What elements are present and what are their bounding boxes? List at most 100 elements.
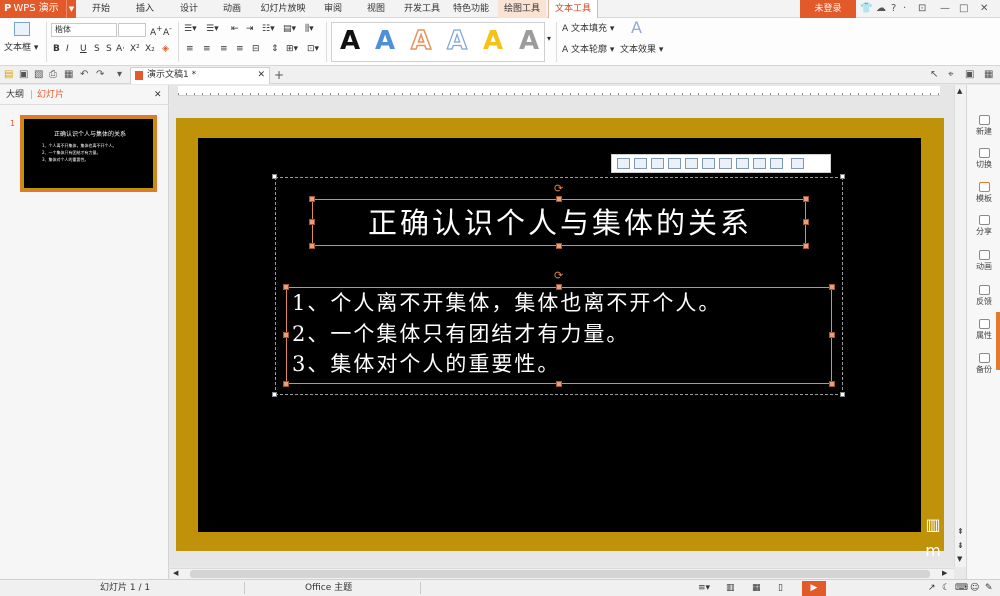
subscript-icon[interactable]: X₂ xyxy=(145,42,155,56)
tab-slideshow[interactable]: 幻灯片放映 xyxy=(258,0,308,18)
settings-icon[interactable]: ✎ xyxy=(985,580,993,596)
sorter-view-icon[interactable]: ▦ xyxy=(752,580,761,596)
previous-slide-icon[interactable]: ⇞ xyxy=(957,527,964,536)
tab-review[interactable]: 审阅 xyxy=(316,0,350,18)
body-line[interactable]: 3、集体对个人的重要性。 xyxy=(292,349,560,379)
rotate-handle-icon[interactable]: ⟳ xyxy=(554,270,563,281)
textbox-button[interactable]: 文本框 ▾ xyxy=(4,41,38,55)
tab-developer[interactable]: 开发工具 xyxy=(400,0,444,18)
resize-handle[interactable] xyxy=(283,284,289,290)
bold-icon[interactable]: B xyxy=(53,42,60,56)
distribute-icon[interactable]: ⊟ xyxy=(252,42,260,56)
ungroup-icon[interactable] xyxy=(770,158,783,169)
print-icon[interactable]: ⎙ xyxy=(49,68,57,82)
italic-icon[interactable]: I xyxy=(66,42,69,56)
side-new[interactable]: 新建 xyxy=(967,115,1000,137)
horizontal-scrollbar[interactable]: ◀ ▶ xyxy=(170,568,954,579)
tab-outline[interactable]: 大纲 xyxy=(6,89,24,101)
app-menu-button[interactable]: P WPS 演示 ▼ xyxy=(0,0,76,18)
align-bottom-icon[interactable] xyxy=(702,158,715,169)
shadow-icon[interactable]: S xyxy=(94,42,100,56)
new-tab-icon[interactable]: + xyxy=(274,68,284,82)
skin-icon[interactable]: 👕 xyxy=(860,2,872,16)
align-middle-icon[interactable] xyxy=(685,158,698,169)
close-icon[interactable]: ✕ xyxy=(257,68,265,83)
tab-insert[interactable]: 插入 xyxy=(128,0,162,18)
normal-view-icon[interactable]: ▥ xyxy=(726,580,735,596)
help-icon[interactable]: ? xyxy=(891,2,896,16)
wordart-style-blue[interactable]: A xyxy=(375,24,395,58)
wordart-style-gold[interactable]: A xyxy=(483,24,503,58)
more-icon[interactable] xyxy=(791,158,804,169)
align-center-icon[interactable]: ≡ xyxy=(203,42,211,56)
align-top-icon[interactable] xyxy=(668,158,681,169)
redo-icon[interactable]: ↷ xyxy=(96,68,104,82)
crop-icon[interactable]: ▣ xyxy=(965,68,974,82)
keyboard-icon[interactable]: ⌨ xyxy=(955,580,968,596)
text-box-margin-icon[interactable]: ⊡▾ xyxy=(307,42,319,56)
columns-icon[interactable]: ▤▾ xyxy=(283,22,296,36)
group-handle[interactable] xyxy=(272,174,277,179)
input-method-icon[interactable]: ↗ xyxy=(928,580,936,596)
close-icon[interactable]: ✕ xyxy=(154,89,162,101)
vertical-align-icon[interactable]: ⇕ xyxy=(271,42,279,56)
next-slide-icon[interactable]: ⇟ xyxy=(957,541,964,550)
group-handle[interactable] xyxy=(272,392,277,397)
side-share[interactable]: 分享 xyxy=(967,215,1000,237)
reading-view-icon[interactable]: ▯ xyxy=(778,580,783,596)
minimize-icon[interactable]: — xyxy=(940,2,950,16)
wordart-style-orange-outline[interactable]: A xyxy=(410,24,432,58)
align-center-icon[interactable] xyxy=(634,158,647,169)
group-icon[interactable] xyxy=(753,158,766,169)
distribute-horizontal-icon[interactable] xyxy=(719,158,732,169)
chevron-down-icon[interactable]: · xyxy=(903,2,906,16)
group-handle[interactable] xyxy=(840,174,845,179)
chevron-down-icon[interactable]: ▾ xyxy=(117,68,122,82)
group-handle[interactable] xyxy=(840,392,845,397)
gallery-expand-icon[interactable]: ▾ xyxy=(547,32,551,46)
undo-icon[interactable]: ↶ xyxy=(80,68,88,82)
align-right-icon[interactable] xyxy=(651,158,664,169)
scroll-thumb[interactable] xyxy=(190,570,930,578)
increase-font-icon[interactable]: A+ xyxy=(150,22,162,40)
scroll-right-icon[interactable]: ▶ xyxy=(942,569,947,577)
align-left-icon[interactable]: ≡ xyxy=(186,42,194,56)
align-right-icon[interactable]: ≡ xyxy=(220,42,228,56)
resize-handle[interactable] xyxy=(283,332,289,338)
paragraph-spacing-icon[interactable]: ⊞▾ xyxy=(286,42,298,56)
scroll-left-icon[interactable]: ◀ xyxy=(173,569,178,577)
decrease-font-icon[interactable]: A- xyxy=(163,22,172,40)
tab-design[interactable]: 设计 xyxy=(172,0,206,18)
strikethrough-icon[interactable]: S xyxy=(106,42,112,56)
tab-home[interactable]: 开始 xyxy=(84,0,118,18)
text-direction-icon[interactable]: ⫼▾ xyxy=(305,22,314,36)
preview-icon[interactable]: ▦ xyxy=(64,68,73,82)
moon-icon[interactable]: ☾ xyxy=(942,580,950,596)
vertical-scrollbar[interactable]: ▲ ⇞ ⇟ ▼ xyxy=(954,85,966,567)
wordart-style-blue-outline[interactable]: A xyxy=(446,24,467,58)
restore-ribbon-icon[interactable]: ⊡ xyxy=(918,2,926,16)
notes-toggle-icon[interactable]: ≡▾ xyxy=(698,580,710,596)
scroll-down-icon[interactable]: ▼ xyxy=(957,555,962,563)
resize-handle[interactable] xyxy=(283,381,289,387)
wordart-style-black[interactable]: A xyxy=(340,24,360,58)
tab-slides[interactable]: 幻灯片 xyxy=(37,89,64,101)
tab-features[interactable]: 特色功能 xyxy=(449,0,493,18)
maximize-icon[interactable]: □ xyxy=(959,2,968,16)
textbox-icon[interactable] xyxy=(14,22,30,36)
rotate-handle-icon[interactable]: ⟳ xyxy=(554,183,563,194)
lasso-icon[interactable]: ⌖ xyxy=(948,68,954,82)
body-line[interactable]: 2、一个集体只有团结才有力量。 xyxy=(292,319,629,349)
distribute-vertical-icon[interactable] xyxy=(736,158,749,169)
text-effect-button[interactable]: 文本效果 ▾ xyxy=(620,43,663,57)
side-animation[interactable]: 动画 xyxy=(967,250,1000,272)
align-left-icon[interactable] xyxy=(617,158,630,169)
feedback-icon[interactable]: ☁ xyxy=(876,2,886,16)
font-name-select[interactable]: 楷体 xyxy=(51,23,117,37)
numbered-list-icon[interactable]: ☰▾ xyxy=(206,22,219,36)
resize-handle[interactable] xyxy=(829,332,835,338)
close-icon[interactable]: ✕ xyxy=(980,2,988,16)
side-template[interactable]: 模板 xyxy=(967,182,1000,204)
pointer-icon[interactable]: ↖ xyxy=(930,68,938,82)
font-color-icon[interactable]: A· xyxy=(116,42,125,56)
